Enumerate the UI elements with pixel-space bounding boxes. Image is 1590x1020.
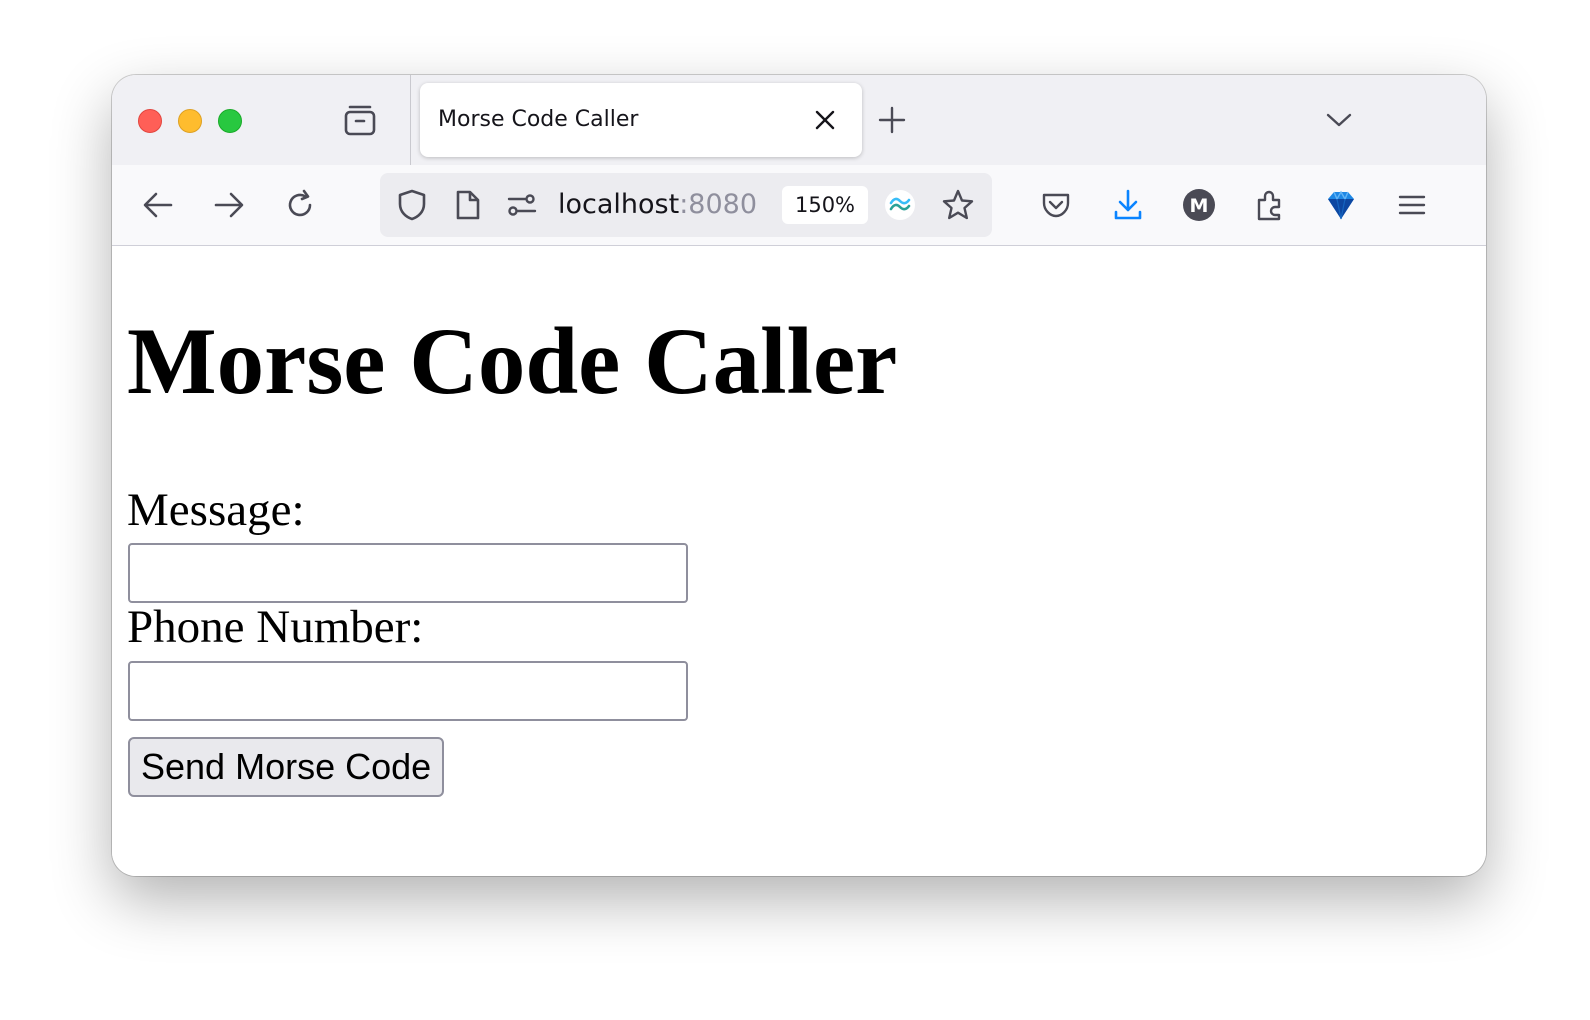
send-morse-code-button[interactable]: Send Morse Code <box>128 737 445 797</box>
tab-divider <box>410 75 411 165</box>
reload-icon[interactable] <box>280 185 320 225</box>
url-host: localhost <box>558 189 680 220</box>
extensions-icon[interactable] <box>1250 185 1290 225</box>
minimize-window-button[interactable] <box>178 109 202 133</box>
page-icon[interactable] <box>448 185 488 225</box>
close-tab-icon[interactable] <box>810 105 840 135</box>
permissions-icon[interactable] <box>502 185 542 225</box>
shield-icon[interactable] <box>392 185 432 225</box>
url-port: :8080 <box>679 189 758 220</box>
list-all-tabs-chevron-down-icon[interactable] <box>1322 103 1356 137</box>
avatar-letter: M <box>1190 195 1209 217</box>
pocket-icon[interactable] <box>1036 185 1076 225</box>
forward-arrow-icon[interactable] <box>209 185 249 225</box>
gem-extension-icon[interactable] <box>1321 185 1361 225</box>
new-tab-icon[interactable] <box>874 102 910 138</box>
browser-window: Morse Code Caller localhost:8080 150% M … <box>112 75 1486 876</box>
back-arrow-icon[interactable] <box>138 185 178 225</box>
message-input[interactable] <box>128 543 688 603</box>
account-avatar-icon[interactable]: M <box>1179 185 1219 225</box>
tab-title: Morse Code Caller <box>438 107 639 132</box>
page-title: Morse Code Caller <box>127 308 898 414</box>
menu-icon[interactable] <box>1392 185 1432 225</box>
page-content: Morse Code Caller Message: Phone Number:… <box>112 246 1486 876</box>
tab-active[interactable]: Morse Code Caller <box>420 83 862 157</box>
zoom-window-button[interactable] <box>218 109 242 133</box>
message-label: Message: <box>127 484 305 536</box>
phone-number-input[interactable] <box>128 661 688 721</box>
zoom-level-badge[interactable]: 150% <box>782 186 868 224</box>
url-bar[interactable]: localhost:8080 150% <box>380 173 992 237</box>
navigation-toolbar: localhost:8080 150% M <box>112 165 1486 246</box>
bookmark-star-icon[interactable] <box>938 185 978 225</box>
tailwind-extension-icon[interactable] <box>882 187 918 223</box>
phone-number-label: Phone Number: <box>127 601 424 653</box>
tab-strip: Morse Code Caller <box>112 75 1486 165</box>
close-window-button[interactable] <box>138 109 162 133</box>
url-text[interactable]: localhost:8080 <box>558 173 757 237</box>
downloads-icon[interactable] <box>1108 185 1148 225</box>
firefox-view-icon[interactable] <box>340 101 380 141</box>
